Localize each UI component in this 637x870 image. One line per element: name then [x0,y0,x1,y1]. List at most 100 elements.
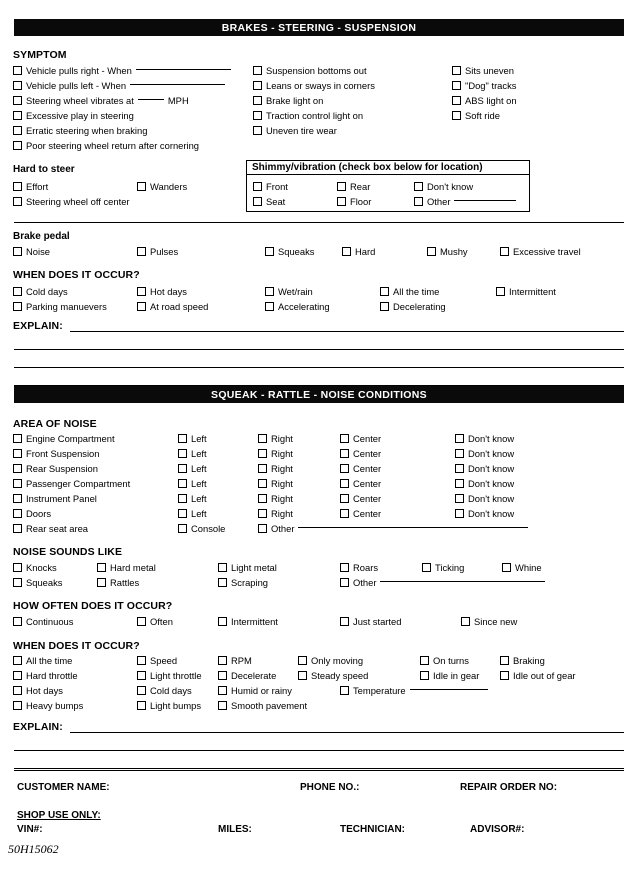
checkitem-w2-light-throttle[interactable]: Light throttle [137,670,202,681]
checkbox[interactable] [13,302,22,311]
checkitem-area-doors-center[interactable]: Center [340,508,381,519]
checkbox[interactable] [218,701,227,710]
checkbox[interactable] [253,66,262,75]
checkbox[interactable] [13,247,22,256]
checkitem-w1-wet-rain[interactable]: Wet/rain [265,286,313,297]
explain-2-line-3[interactable] [14,768,624,769]
checkitem-w2-light-bumps[interactable]: Light bumps [137,700,201,711]
checkitem-soft-ride[interactable]: Soft ride [452,110,500,121]
checkbox[interactable] [420,656,429,665]
checkbox[interactable] [452,96,461,105]
checkbox[interactable] [137,617,146,626]
checkbox[interactable] [340,563,349,572]
checkitem-wanders[interactable]: Wanders [137,181,187,192]
checkbox[interactable] [427,247,436,256]
checkbox[interactable] [258,479,267,488]
checkitem-w2-humid-or-rainy[interactable]: Humid or rainy [218,685,292,696]
checkitem-sound-hard-metal[interactable]: Hard metal [97,562,156,573]
checkitem-area-front-suspension[interactable]: Front Suspension [13,448,99,459]
checkbox[interactable] [137,656,146,665]
checkitem-steering-wheel-off-center[interactable]: Steering wheel off center [13,196,130,207]
checkitem-area-front-susp-center[interactable]: Center [340,448,381,459]
checkitem-often-continuous[interactable]: Continuous [13,616,73,627]
checkitem-sound-scraping[interactable]: Scraping [218,577,268,588]
checkitem-brake-light-on[interactable]: Brake light on [253,95,323,106]
checkbox[interactable] [13,671,22,680]
checkbox[interactable] [265,247,274,256]
checkbox[interactable] [13,434,22,443]
checkbox[interactable] [13,494,22,503]
checkitem-sound-other[interactable]: Other [340,577,546,588]
checkbox[interactable] [380,302,389,311]
checkbox[interactable] [337,197,346,206]
checkitem-area-engine-left[interactable]: Left [178,433,207,444]
checkbox[interactable] [452,111,461,120]
checkbox[interactable] [455,509,464,518]
checkbox[interactable] [380,287,389,296]
checkitem-w1-intermittent[interactable]: Intermittent [496,286,556,297]
checkbox[interactable] [13,617,22,626]
checkbox[interactable] [455,479,464,488]
checkitem-w1-decelerating[interactable]: Decelerating [380,301,446,312]
checkbox[interactable] [337,182,346,191]
checkbox[interactable] [340,479,349,488]
checkbox[interactable] [137,182,146,191]
checkitem-area-instrument-right[interactable]: Right [258,493,293,504]
explain-1-line-1[interactable] [70,331,624,332]
writein-line-speed[interactable] [137,99,164,100]
checkitem-sound-squeaks[interactable]: Squeaks [13,577,62,588]
checkitem-brake-pulses[interactable]: Pulses [137,246,178,257]
checkbox[interactable] [414,182,423,191]
checkbox[interactable] [137,302,146,311]
checkbox[interactable] [13,509,22,518]
checkitem-w2-only-moving[interactable]: Only moving [298,655,363,666]
checkitem-area-instrument-panel[interactable]: Instrument Panel [13,493,97,504]
checkitem-abs-light-on[interactable]: ABS light on [452,95,517,106]
checkbox[interactable] [258,524,267,533]
checkitem-area-doors-right[interactable]: Right [258,508,293,519]
checkitem-poor-steering-return[interactable]: Poor steering wheel return after corneri… [13,140,199,151]
checkbox[interactable] [496,287,505,296]
checkitem-sits-uneven[interactable]: Sits uneven [452,65,514,76]
checkbox[interactable] [340,449,349,458]
checkbox[interactable] [218,578,227,587]
checkbox[interactable] [13,701,22,710]
checkbox[interactable] [13,96,22,105]
checkbox[interactable] [13,578,22,587]
checkitem-w2-heavy-bumps[interactable]: Heavy bumps [13,700,83,711]
checkitem-shimmy-rear[interactable]: Rear [337,181,370,192]
checkbox[interactable] [13,686,22,695]
checkbox[interactable] [137,671,146,680]
checkbox[interactable] [178,464,187,473]
checkbox[interactable] [178,434,187,443]
checkitem-area-rear-susp-left[interactable]: Left [178,463,207,474]
checkitem-w2-decelerate[interactable]: Decelerate [218,670,276,681]
checkbox[interactable] [265,302,274,311]
checkitem-often-often[interactable]: Often [137,616,173,627]
checkbox[interactable] [455,494,464,503]
checkbox[interactable] [298,671,307,680]
checkbox[interactable] [455,449,464,458]
checkitem-area-rear-seat-area[interactable]: Rear seat area [13,523,88,534]
checkitem-uneven-tire-wear[interactable]: Uneven tire wear [253,125,337,136]
checkbox[interactable] [500,671,509,680]
checkbox[interactable] [258,464,267,473]
checkitem-brake-squeaks[interactable]: Squeaks [265,246,314,257]
checkbox[interactable] [178,524,187,533]
explain-2-line-2[interactable] [14,750,624,751]
checkbox[interactable] [253,182,262,191]
checkbox[interactable] [253,197,262,206]
checkbox[interactable] [178,494,187,503]
checkbox[interactable] [13,66,22,75]
checkbox[interactable] [455,434,464,443]
writein-line[interactable] [454,200,517,201]
checkbox[interactable] [340,494,349,503]
checkitem-area-doors-left[interactable]: Left [178,508,207,519]
checkitem-shimmy-other[interactable]: Other [414,196,517,207]
checkbox[interactable] [218,656,227,665]
checkitem-area-other[interactable]: Other [258,523,529,534]
checkbox[interactable] [258,494,267,503]
checkbox[interactable] [414,197,423,206]
checkitem-w1-parking-manuevers[interactable]: Parking manuevers [13,301,107,312]
checkitem-w2-hot-days[interactable]: Hot days [13,685,63,696]
